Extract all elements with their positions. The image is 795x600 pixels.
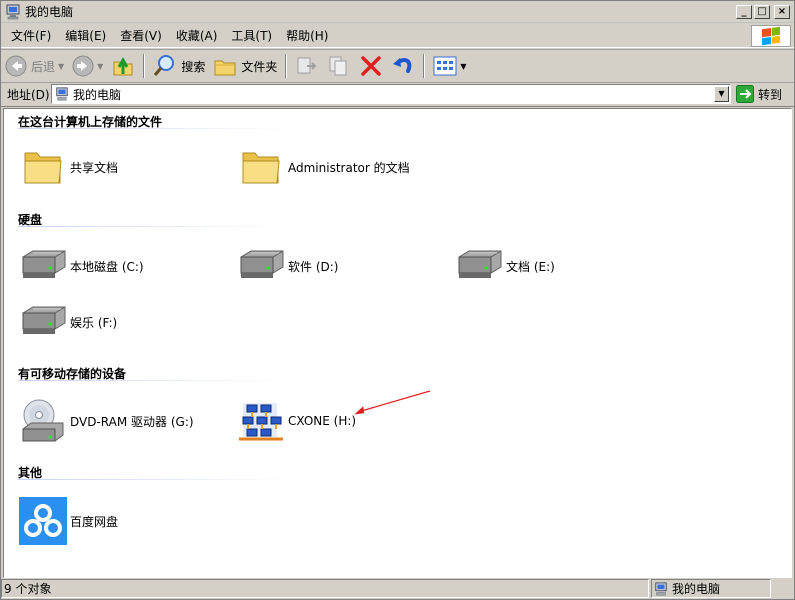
menu-help[interactable]: 帮助(H) <box>279 26 335 46</box>
back-arrow-icon <box>5 55 27 77</box>
group-divider <box>18 128 288 129</box>
folders-label: 文件夹 <box>241 59 278 74</box>
menu-edit[interactable]: 编辑(E) <box>58 26 113 46</box>
baidu-netdisk-cloud-icon <box>18 497 68 545</box>
item-label: 文档 (E:) <box>506 259 555 274</box>
toolbar: 后退 ▼ ▼ 搜索 文件夹 ▼ <box>1 49 794 83</box>
status-location-text: 我的电脑 <box>672 582 721 596</box>
item-label: 娱乐 (F:) <box>70 315 118 330</box>
item-label: 百度网盘 <box>70 514 119 529</box>
item-baidu-netdisk[interactable]: 百度网盘 <box>18 497 118 545</box>
item-administrator-documents[interactable]: Administrator 的文档 <box>236 143 410 191</box>
hard-disk-icon <box>454 242 504 290</box>
address-input[interactable]: 我的电脑 ▼ <box>51 84 731 104</box>
folder-icon <box>236 143 286 191</box>
forward-button[interactable]: ▼ <box>68 52 107 80</box>
item-dvd-drive-g[interactable]: DVD-RAM 驱动器 (G:) <box>18 397 194 445</box>
copy-to-button[interactable] <box>323 52 355 80</box>
move-to-button[interactable] <box>291 52 323 80</box>
minimize-button[interactable]: _ <box>736 5 752 19</box>
toolbar-separator <box>143 54 146 78</box>
up-folder-icon <box>111 54 135 78</box>
item-shared-documents[interactable]: 共享文档 <box>18 143 118 191</box>
title-bar[interactable]: 我的电脑 _ □ × <box>1 1 794 23</box>
delete-button[interactable] <box>355 52 387 80</box>
group-divider <box>18 226 288 227</box>
forward-arrow-icon <box>72 55 94 77</box>
go-button[interactable]: 转到 <box>736 84 782 104</box>
hard-disk-icon <box>236 242 286 290</box>
dvd-drive-icon <box>18 397 68 445</box>
menu-tools[interactable]: 工具(T) <box>224 26 279 46</box>
explorer-window: 我的电脑 _ □ × 文件(F) 编辑(E) 查看(V) 收藏(A) 工具(T)… <box>0 0 795 600</box>
my-computer-icon <box>55 87 69 101</box>
go-label: 转到 <box>758 87 783 102</box>
my-computer-icon <box>654 581 668 596</box>
back-dropdown-icon[interactable]: ▼ <box>58 62 64 71</box>
menu-bar: 文件(F) 编辑(E) 查看(V) 收藏(A) 工具(T) 帮助(H) <box>1 24 794 48</box>
item-label: 共享文档 <box>70 160 119 175</box>
hard-disk-icon <box>18 242 68 290</box>
item-label: 软件 (D:) <box>288 259 339 274</box>
item-label: 本地磁盘 (C:) <box>70 259 144 274</box>
file-view[interactable]: 在这台计算机上存储的文件 共享文档 Administrator 的文档 硬盘 本… <box>3 108 792 578</box>
item-drive-c[interactable]: 本地磁盘 (C:) <box>18 242 144 290</box>
item-drive-f[interactable]: 娱乐 (F:) <box>18 298 117 346</box>
red-annotation-arrow <box>354 390 431 415</box>
status-bar: 9 个对象 我的电脑 <box>1 578 794 599</box>
item-label: DVD-RAM 驱动器 (G:) <box>70 414 194 429</box>
forward-dropdown-icon[interactable]: ▼ <box>97 62 103 71</box>
status-object-count: 9 个对象 <box>1 579 649 598</box>
status-location: 我的电脑 <box>651 579 771 598</box>
toolbar-separator <box>285 54 288 78</box>
delete-x-icon <box>359 54 383 78</box>
window-title: 我的电脑 <box>25 5 74 19</box>
address-value: 我的电脑 <box>73 87 122 102</box>
cxone-network-icon <box>236 397 286 445</box>
item-drive-d[interactable]: 软件 (D:) <box>236 242 338 290</box>
menu-view[interactable]: 查看(V) <box>113 26 169 46</box>
group-divider <box>18 380 288 381</box>
search-label: 搜索 <box>181 59 206 74</box>
views-grid-icon <box>433 55 457 77</box>
go-arrow-icon <box>736 85 754 103</box>
menu-favorites[interactable]: 收藏(A) <box>169 26 225 46</box>
my-computer-icon <box>5 4 21 20</box>
item-drive-e[interactable]: 文档 (E:) <box>454 242 555 290</box>
close-button[interactable]: × <box>774 5 790 19</box>
move-to-icon <box>295 54 319 78</box>
search-icon <box>153 54 177 78</box>
folders-icon <box>213 54 237 78</box>
folder-icon <box>18 143 68 191</box>
up-folder-button[interactable] <box>107 52 139 80</box>
back-label: 后退 <box>31 59 56 74</box>
maximize-button[interactable]: □ <box>754 5 770 19</box>
group-divider <box>18 479 288 480</box>
menu-file[interactable]: 文件(F) <box>4 26 58 46</box>
item-label: Administrator 的文档 <box>288 160 410 175</box>
item-cxone-drive-h[interactable]: CXONE (H:) <box>236 397 356 445</box>
copy-to-icon <box>327 54 351 78</box>
back-button[interactable]: 后退 ▼ <box>1 52 68 80</box>
views-dropdown-icon[interactable]: ▼ <box>460 62 466 71</box>
toolbar-separator <box>423 54 426 78</box>
undo-button[interactable] <box>387 52 419 80</box>
views-button[interactable]: ▼ <box>429 52 470 80</box>
windows-logo-icon <box>751 25 791 47</box>
search-button[interactable]: 搜索 <box>149 52 209 80</box>
address-label: 地址(D) <box>7 88 50 102</box>
address-bar: 地址(D) 我的电脑 ▼ 转到 <box>1 83 794 107</box>
undo-arrow-icon <box>391 54 415 78</box>
folders-button[interactable]: 文件夹 <box>209 52 281 80</box>
address-dropdown-button[interactable]: ▼ <box>714 86 729 102</box>
hard-disk-icon <box>18 298 68 346</box>
